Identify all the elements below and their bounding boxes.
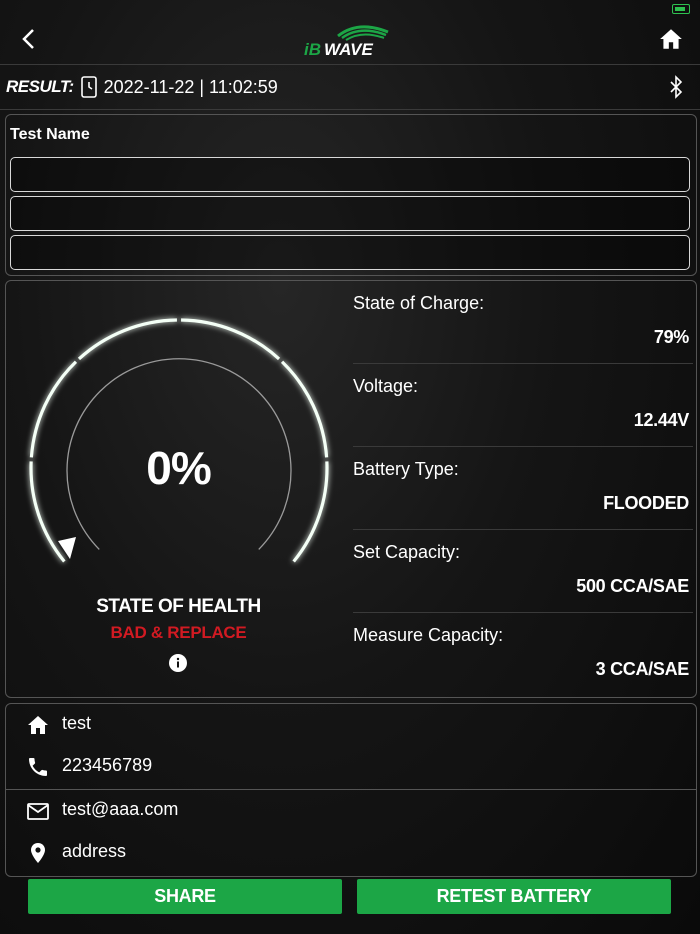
retest-battery-button[interactable]: RETEST BATTERY bbox=[357, 879, 671, 914]
stat-value: 79% bbox=[653, 327, 689, 347]
brand-logo: iB WAVE bbox=[300, 22, 400, 59]
stat-voltage: Voltage: 12.44V bbox=[353, 364, 693, 447]
contact-name-row: test bbox=[6, 704, 696, 747]
contact-email-row: test@aaa.com bbox=[6, 790, 696, 833]
home-button[interactable] bbox=[658, 26, 684, 52]
test-name-label: Test Name bbox=[10, 126, 90, 143]
result-label: RESULT: bbox=[6, 77, 74, 96]
result-bar: RESULT: 2022-11-22 | 11:02:59 bbox=[0, 65, 700, 110]
contact-phone-row: 223456789 bbox=[6, 746, 696, 789]
stat-value: 500 CCA/SAE bbox=[576, 576, 689, 596]
top-navigation-bar: iB WAVE bbox=[0, 14, 700, 65]
back-button[interactable] bbox=[14, 24, 44, 54]
stat-state-of-charge: State of Charge: 79% bbox=[353, 281, 693, 364]
stat-label: State of Charge: bbox=[353, 293, 485, 313]
stat-label: Measure Capacity: bbox=[353, 625, 504, 645]
phone-icon bbox=[29, 758, 47, 776]
info-icon[interactable] bbox=[168, 653, 188, 673]
stat-value: FLOODED bbox=[603, 493, 689, 513]
stat-value: 3 CCA/SAE bbox=[595, 659, 690, 679]
bluetooth-icon[interactable] bbox=[668, 75, 684, 99]
test-name-field-2[interactable] bbox=[10, 196, 690, 231]
location-pin-icon bbox=[31, 843, 45, 863]
contact-address-row: address bbox=[6, 832, 696, 875]
soh-title: STATE OF HEALTH bbox=[96, 596, 261, 617]
soh-status: BAD & REPLACE bbox=[110, 623, 247, 642]
contact-panel: test 223456789 test@aaa.com address bbox=[5, 703, 697, 877]
gauge-segment bbox=[77, 318, 177, 361]
watch-icon bbox=[80, 76, 97, 98]
soh-percent: 0% bbox=[146, 442, 211, 494]
battery-status-icon bbox=[672, 4, 690, 14]
svg-text:iB: iB bbox=[304, 40, 321, 58]
test-name-panel: Test Name bbox=[5, 114, 697, 276]
home-icon bbox=[28, 716, 48, 734]
svg-text:WAVE: WAVE bbox=[324, 40, 373, 58]
chevron-left-icon bbox=[22, 29, 34, 49]
stat-set-capacity: Set Capacity: 500 CCA/SAE bbox=[353, 530, 693, 613]
contact-phone: 223456789 bbox=[62, 755, 153, 775]
stat-label: Set Capacity: bbox=[353, 542, 461, 562]
test-name-field-1[interactable] bbox=[10, 157, 690, 192]
results-panel: 0% STATE OF HEALTH BAD & REPLACE State o… bbox=[5, 280, 697, 698]
gauge-segment bbox=[181, 318, 281, 361]
share-button[interactable]: SHARE bbox=[28, 879, 342, 914]
stat-value: 12.44V bbox=[633, 410, 690, 430]
stat-battery-type: Battery Type: FLOODED bbox=[353, 447, 693, 530]
contact-email: test@aaa.com bbox=[62, 799, 179, 819]
stat-label: Voltage: bbox=[353, 376, 419, 396]
contact-address: address bbox=[62, 841, 127, 861]
home-icon bbox=[660, 29, 682, 49]
contact-name: test bbox=[62, 713, 92, 733]
stat-label: Battery Type: bbox=[353, 459, 459, 479]
stat-measure-capacity: Measure Capacity: 3 CCA/SAE bbox=[353, 613, 693, 696]
test-name-field-3[interactable] bbox=[10, 235, 690, 270]
mail-icon bbox=[27, 803, 49, 820]
result-datetime: 2022-11-22 | 11:02:59 bbox=[103, 76, 278, 97]
